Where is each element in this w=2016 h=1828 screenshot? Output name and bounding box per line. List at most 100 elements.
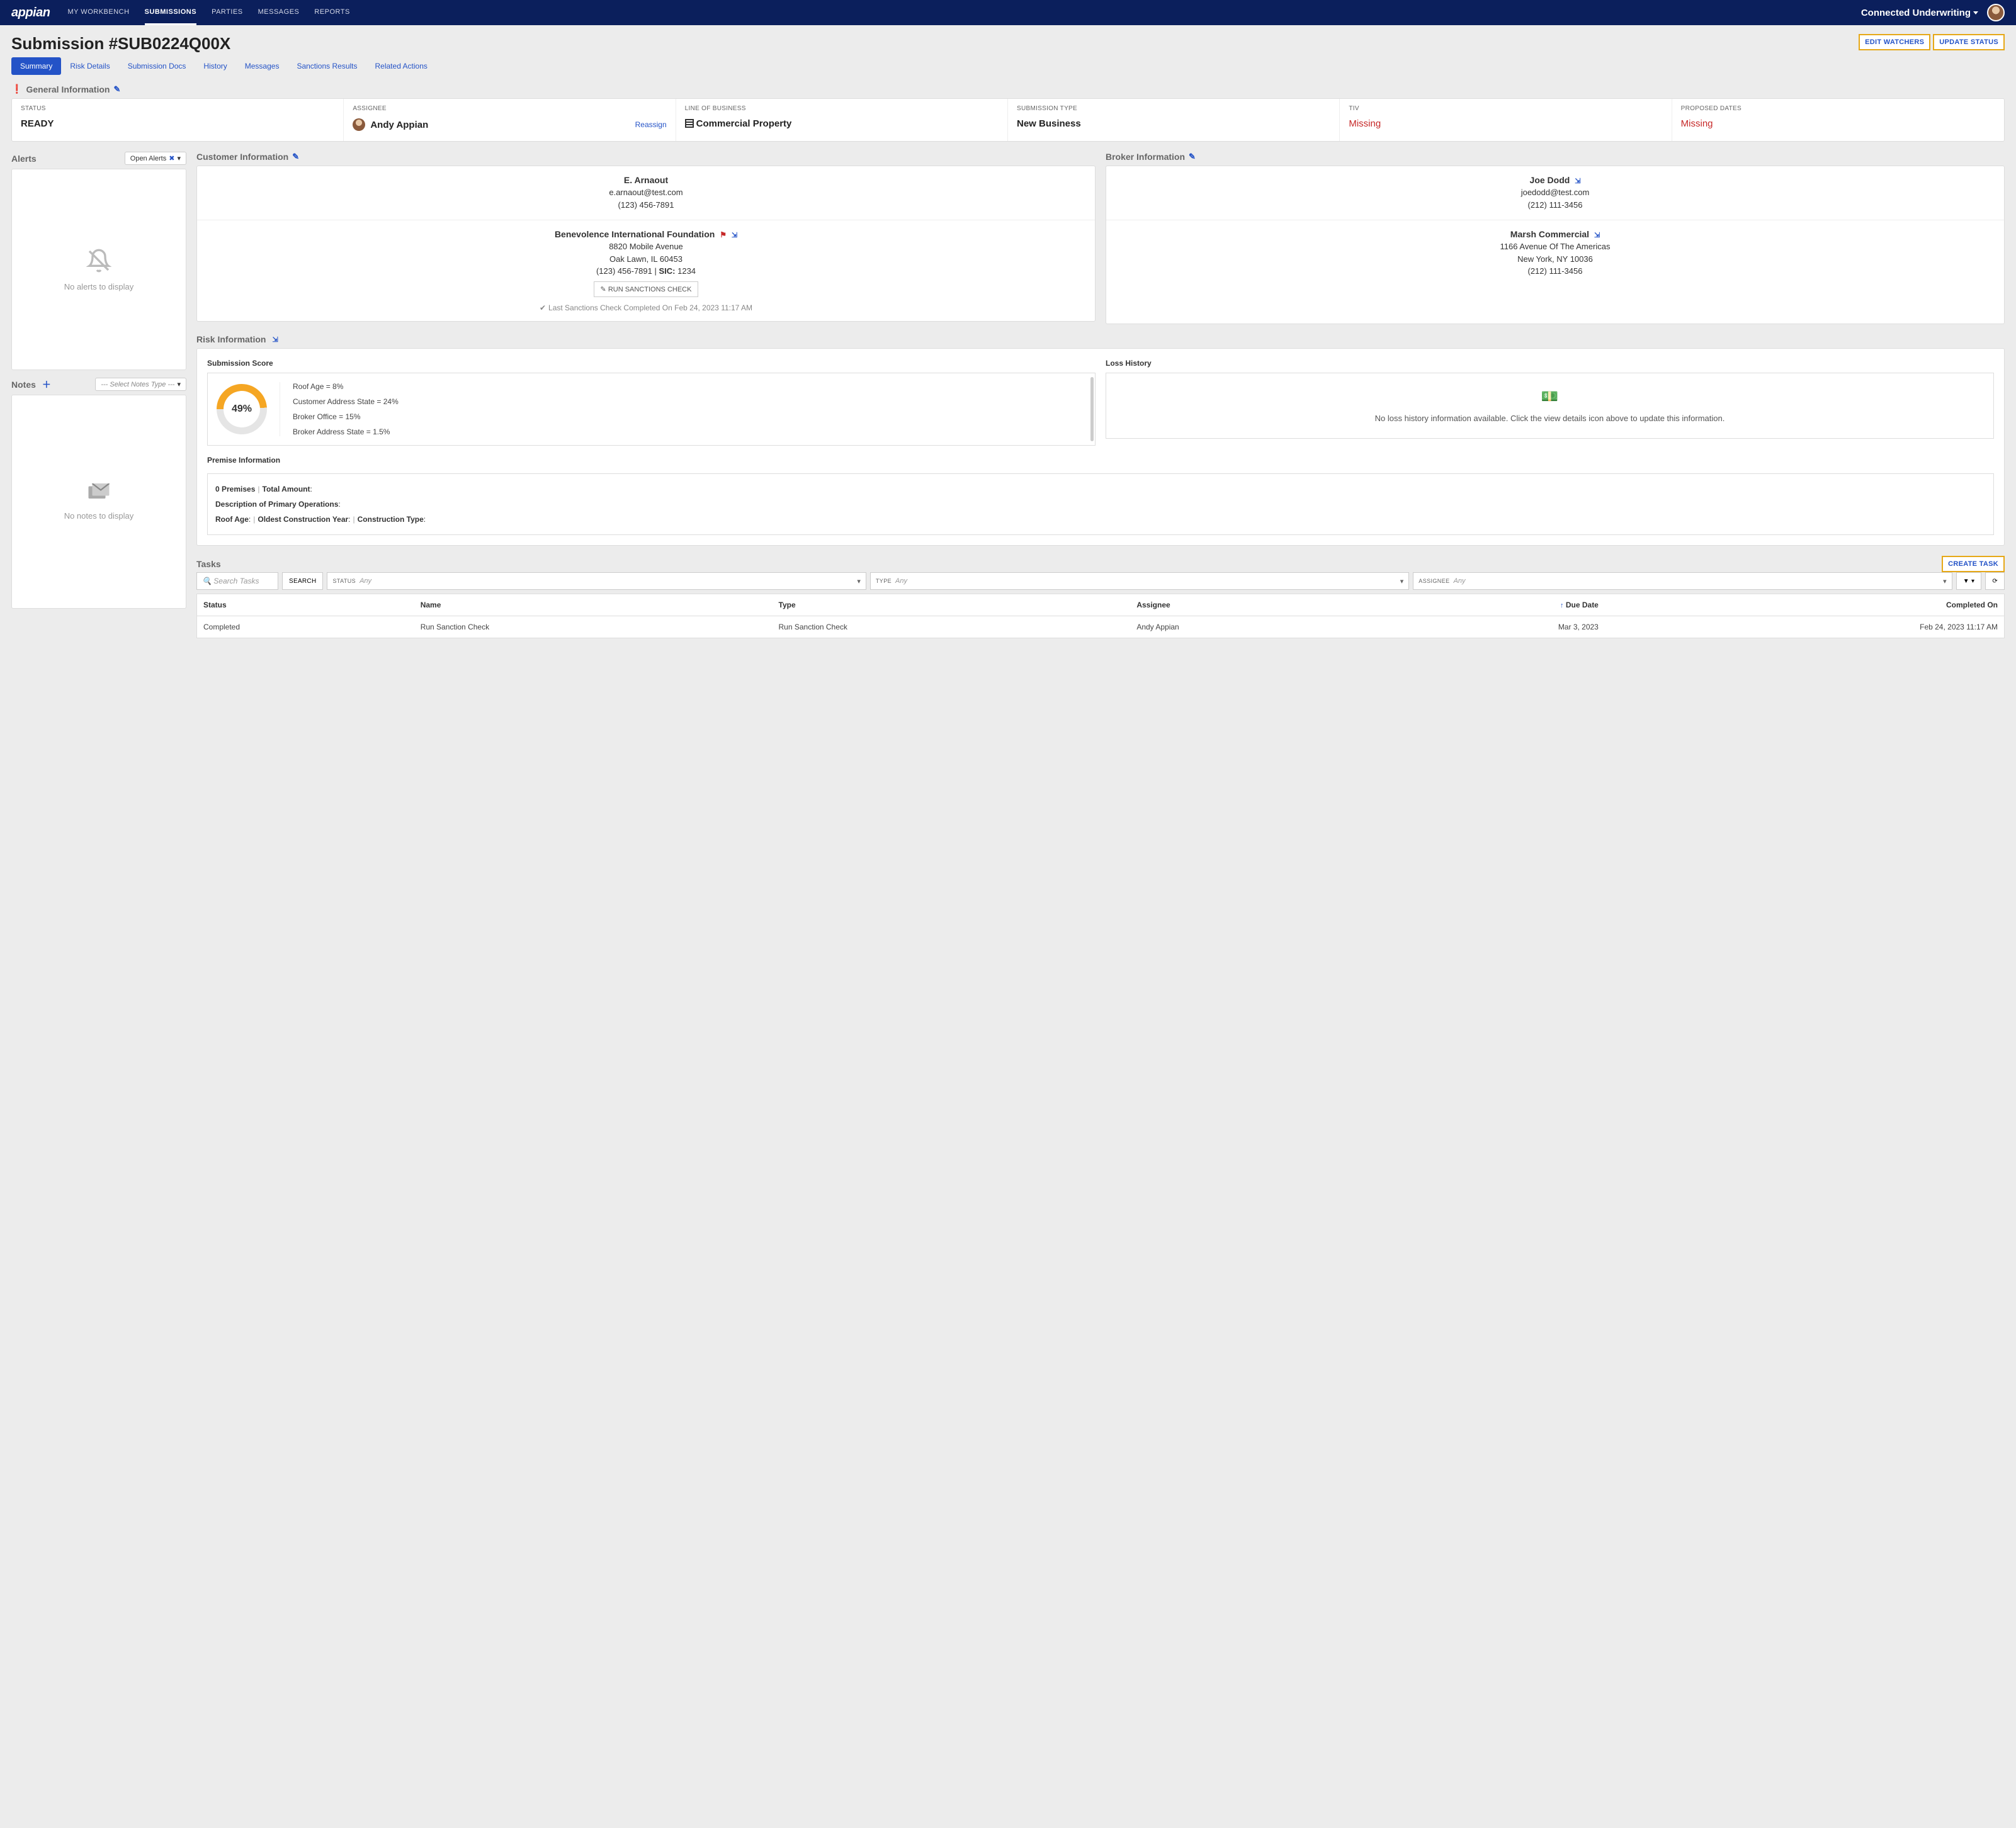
edit-watchers-button[interactable]: EDIT WATCHERS: [1859, 34, 1930, 50]
gi-dates: PROPOSED DATES Missing: [1672, 99, 2004, 141]
task-refresh-button[interactable]: ⟳: [1985, 572, 2005, 590]
broker-section: Broker Information ✎ Joe Dodd ⇲ joedodd@…: [1106, 152, 2005, 324]
premise-line-3: Roof Age:|Oldest Construction Year:|Cons…: [215, 512, 1986, 527]
risk-header: Risk Information ⇲: [196, 334, 2005, 344]
task-search-button[interactable]: SEARCH: [282, 572, 323, 590]
loss-panel: 💵 No loss history information available.…: [1106, 373, 1994, 439]
tab-related-actions[interactable]: Related Actions: [366, 57, 436, 75]
nav-submissions[interactable]: SUBMISSIONS: [145, 1, 197, 25]
filter-label: STATUS: [332, 578, 356, 584]
update-status-button[interactable]: UPDATE STATUS: [1933, 34, 2005, 50]
customer-company: Benevolence International Foundation ⚑ ⇲…: [197, 220, 1095, 321]
external-link-icon[interactable]: ⇲: [732, 232, 737, 239]
customer-header: Customer Information ✎: [196, 152, 1096, 162]
tab-risk-details[interactable]: Risk Details: [61, 57, 118, 75]
risk-box: Submission Score 49% Roof Age = 8% Custo…: [196, 348, 2005, 546]
tab-summary[interactable]: Summary: [11, 57, 61, 75]
alerts-filter[interactable]: Open Alerts ✖ ▾: [125, 152, 186, 165]
main-columns: Alerts Open Alerts ✖ ▾ No alerts to disp…: [11, 152, 2005, 638]
add-note-icon[interactable]: ＋: [42, 378, 51, 391]
customer-contact: E. Arnaout e.arnaout@test.com (123) 456-…: [197, 166, 1095, 220]
sort-asc-icon: ↑: [1560, 602, 1564, 609]
cell-type: Run Sanction Check: [773, 616, 1131, 638]
external-link-icon[interactable]: ⇲: [272, 336, 278, 344]
col-due[interactable]: ↑ Due Date: [1372, 594, 1604, 616]
score-title: Submission Score: [207, 359, 1096, 368]
reassign-link[interactable]: Reassign: [635, 120, 667, 129]
gi-assignee-row: Andy Appian Reassign: [353, 118, 666, 131]
edit-icon[interactable]: ✎: [292, 152, 299, 162]
gi-subtype: SUBMISSION TYPE New Business: [1008, 99, 1340, 141]
right-column: Customer Information ✎ E. Arnaout e.arna…: [196, 152, 2005, 638]
run-sanctions-button[interactable]: ✎ RUN SANCTIONS CHECK: [594, 281, 699, 297]
external-link-icon[interactable]: ⇲: [1594, 232, 1600, 239]
notes-panel: No notes to display: [11, 395, 186, 609]
alerts-header: Alerts Open Alerts ✖ ▾: [11, 152, 186, 165]
col-name[interactable]: Name: [414, 594, 773, 616]
chevron-down-icon: ▾: [177, 154, 181, 162]
col-assignee[interactable]: Assignee: [1130, 594, 1372, 616]
broker-email: joedodd@test.com: [1115, 186, 1995, 199]
broker-contact: Joe Dodd ⇲ joedodd@test.com (212) 111-34…: [1106, 166, 2004, 220]
nav-my-workbench[interactable]: MY WORKBENCH: [67, 1, 129, 25]
premise-total-label: Total Amount: [263, 485, 310, 494]
broker-company: Marsh Commercial ⇲ 1166 Avenue Of The Am…: [1106, 220, 2004, 286]
alerts-section: Alerts Open Alerts ✖ ▾ No alerts to disp…: [11, 152, 186, 370]
filter-label: ASSIGNEE: [1419, 578, 1449, 584]
tabs: Summary Risk Details Submission Docs His…: [11, 57, 2005, 75]
close-icon[interactable]: ✖: [169, 154, 174, 162]
customer-email: e.arnaout@test.com: [206, 186, 1086, 199]
risk-title: Risk Information: [196, 334, 266, 344]
task-assignee-filter[interactable]: ASSIGNEE Any▾: [1413, 572, 1952, 590]
nav-reports[interactable]: REPORTS: [314, 1, 349, 25]
user-avatar[interactable]: [1987, 4, 2005, 21]
chevron-down-icon: ▾: [1943, 577, 1947, 585]
customer-phone-sic: (123) 456-7891 | SIC: 1234: [206, 265, 1086, 278]
task-search-input[interactable]: 🔍 Search Tasks: [196, 572, 278, 590]
risk-section: Risk Information ⇲ Submission Score 49%: [196, 334, 2005, 546]
col-status[interactable]: Status: [197, 594, 414, 616]
table-row[interactable]: Completed Run Sanction Check Run Sanctio…: [197, 616, 2005, 638]
task-status-filter[interactable]: STATUSAny▾: [327, 572, 866, 590]
col-completed[interactable]: Completed On: [1605, 594, 2005, 616]
cell-due: Mar 3, 2023: [1372, 616, 1604, 638]
alerts-empty-text: No alerts to display: [64, 282, 134, 291]
nav-parties[interactable]: PARTIES: [212, 1, 243, 25]
gi-status-value: READY: [21, 118, 334, 129]
tab-messages[interactable]: Messages: [236, 57, 288, 75]
external-link-icon[interactable]: ⇲: [1575, 178, 1580, 185]
col-type[interactable]: Type: [773, 594, 1131, 616]
gi-tiv-value: Missing: [1349, 118, 1662, 129]
col-due-label: Due Date: [1566, 601, 1599, 609]
tab-sanctions-results[interactable]: Sanctions Results: [288, 57, 366, 75]
filter-value: Any: [1454, 577, 1940, 585]
table-header-row: Status Name Type Assignee ↑ Due Date Com…: [197, 594, 2005, 616]
notes-empty-text: No notes to display: [64, 511, 134, 521]
page: Submission #SUB0224Q00X EDIT WATCHERS UP…: [0, 25, 2016, 647]
gi-subtype-value: New Business: [1017, 118, 1330, 129]
tab-submission-docs[interactable]: Submission Docs: [119, 57, 195, 75]
customer-title: Customer Information: [196, 152, 288, 162]
info-cards: Customer Information ✎ E. Arnaout e.arna…: [196, 152, 2005, 324]
factor-item: Broker Address State = 1.5%: [293, 427, 1086, 436]
factor-item: Customer Address State = 24%: [293, 397, 1086, 406]
general-info-header: ❗ General Information ✎: [11, 84, 2005, 94]
edit-icon[interactable]: ✎: [1189, 152, 1196, 162]
task-type-filter[interactable]: TYPEAny▾: [870, 572, 1409, 590]
envelope-icon: [88, 483, 110, 502]
app-switcher[interactable]: Connected Underwriting: [1861, 8, 1978, 18]
score-panel: 49% Roof Age = 8% Customer Address State…: [207, 373, 1096, 446]
create-task-button[interactable]: CREATE TASK: [1942, 556, 2005, 572]
premise-line-1: 0 Premises|Total Amount:: [215, 482, 1986, 497]
premise-roof-label: Roof Age: [215, 515, 249, 524]
task-filter-button[interactable]: ▼ ▾: [1956, 572, 1982, 590]
notes-header: Notes ＋ --- Select Notes Type --- ▾: [11, 378, 186, 391]
score-gauge: 49%: [217, 384, 267, 434]
nav-messages[interactable]: MESSAGES: [258, 1, 300, 25]
filter-label: TYPE: [876, 578, 892, 584]
tab-history[interactable]: History: [195, 57, 235, 75]
scrollbar[interactable]: [1090, 377, 1094, 441]
notes-type-select[interactable]: --- Select Notes Type --- ▾: [95, 378, 186, 391]
edit-icon[interactable]: ✎: [113, 84, 120, 94]
filter-value: Any: [360, 577, 853, 585]
